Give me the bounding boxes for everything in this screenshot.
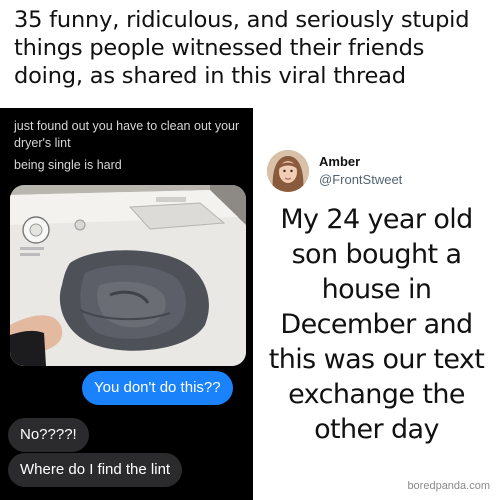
tweet-card: Amber @FrontStweet My 24 year old son bo… [253, 108, 500, 500]
dryer-lint-image [10, 185, 246, 366]
source-watermark: boredpanda.com [407, 480, 490, 492]
author-name[interactable]: Amber [319, 154, 360, 169]
headline-title: 35 funny, ridiculous, and seriously stup… [14, 7, 470, 89]
author-handle[interactable]: @FrontStweet [319, 172, 402, 187]
profile-photo-icon[interactable] [267, 150, 309, 192]
received-message-1: No????! [8, 418, 89, 452]
avatar-image [267, 150, 309, 192]
chat-caption-1: just found out you have to clean out you… [14, 119, 240, 150]
received-message-2: Where do I find the lint [8, 453, 183, 487]
sent-message: You don't do this?? [82, 371, 233, 405]
text-message-screenshot: just found out you have to clean out you… [0, 108, 253, 500]
dryer-lint-photo [10, 185, 246, 366]
tweet-body: My 24 year old son bought a house in Dec… [268, 204, 485, 445]
headline-banner: 35 funny, ridiculous, and seriously stup… [0, 0, 500, 108]
chat-caption-2: being single is hard [14, 158, 122, 172]
